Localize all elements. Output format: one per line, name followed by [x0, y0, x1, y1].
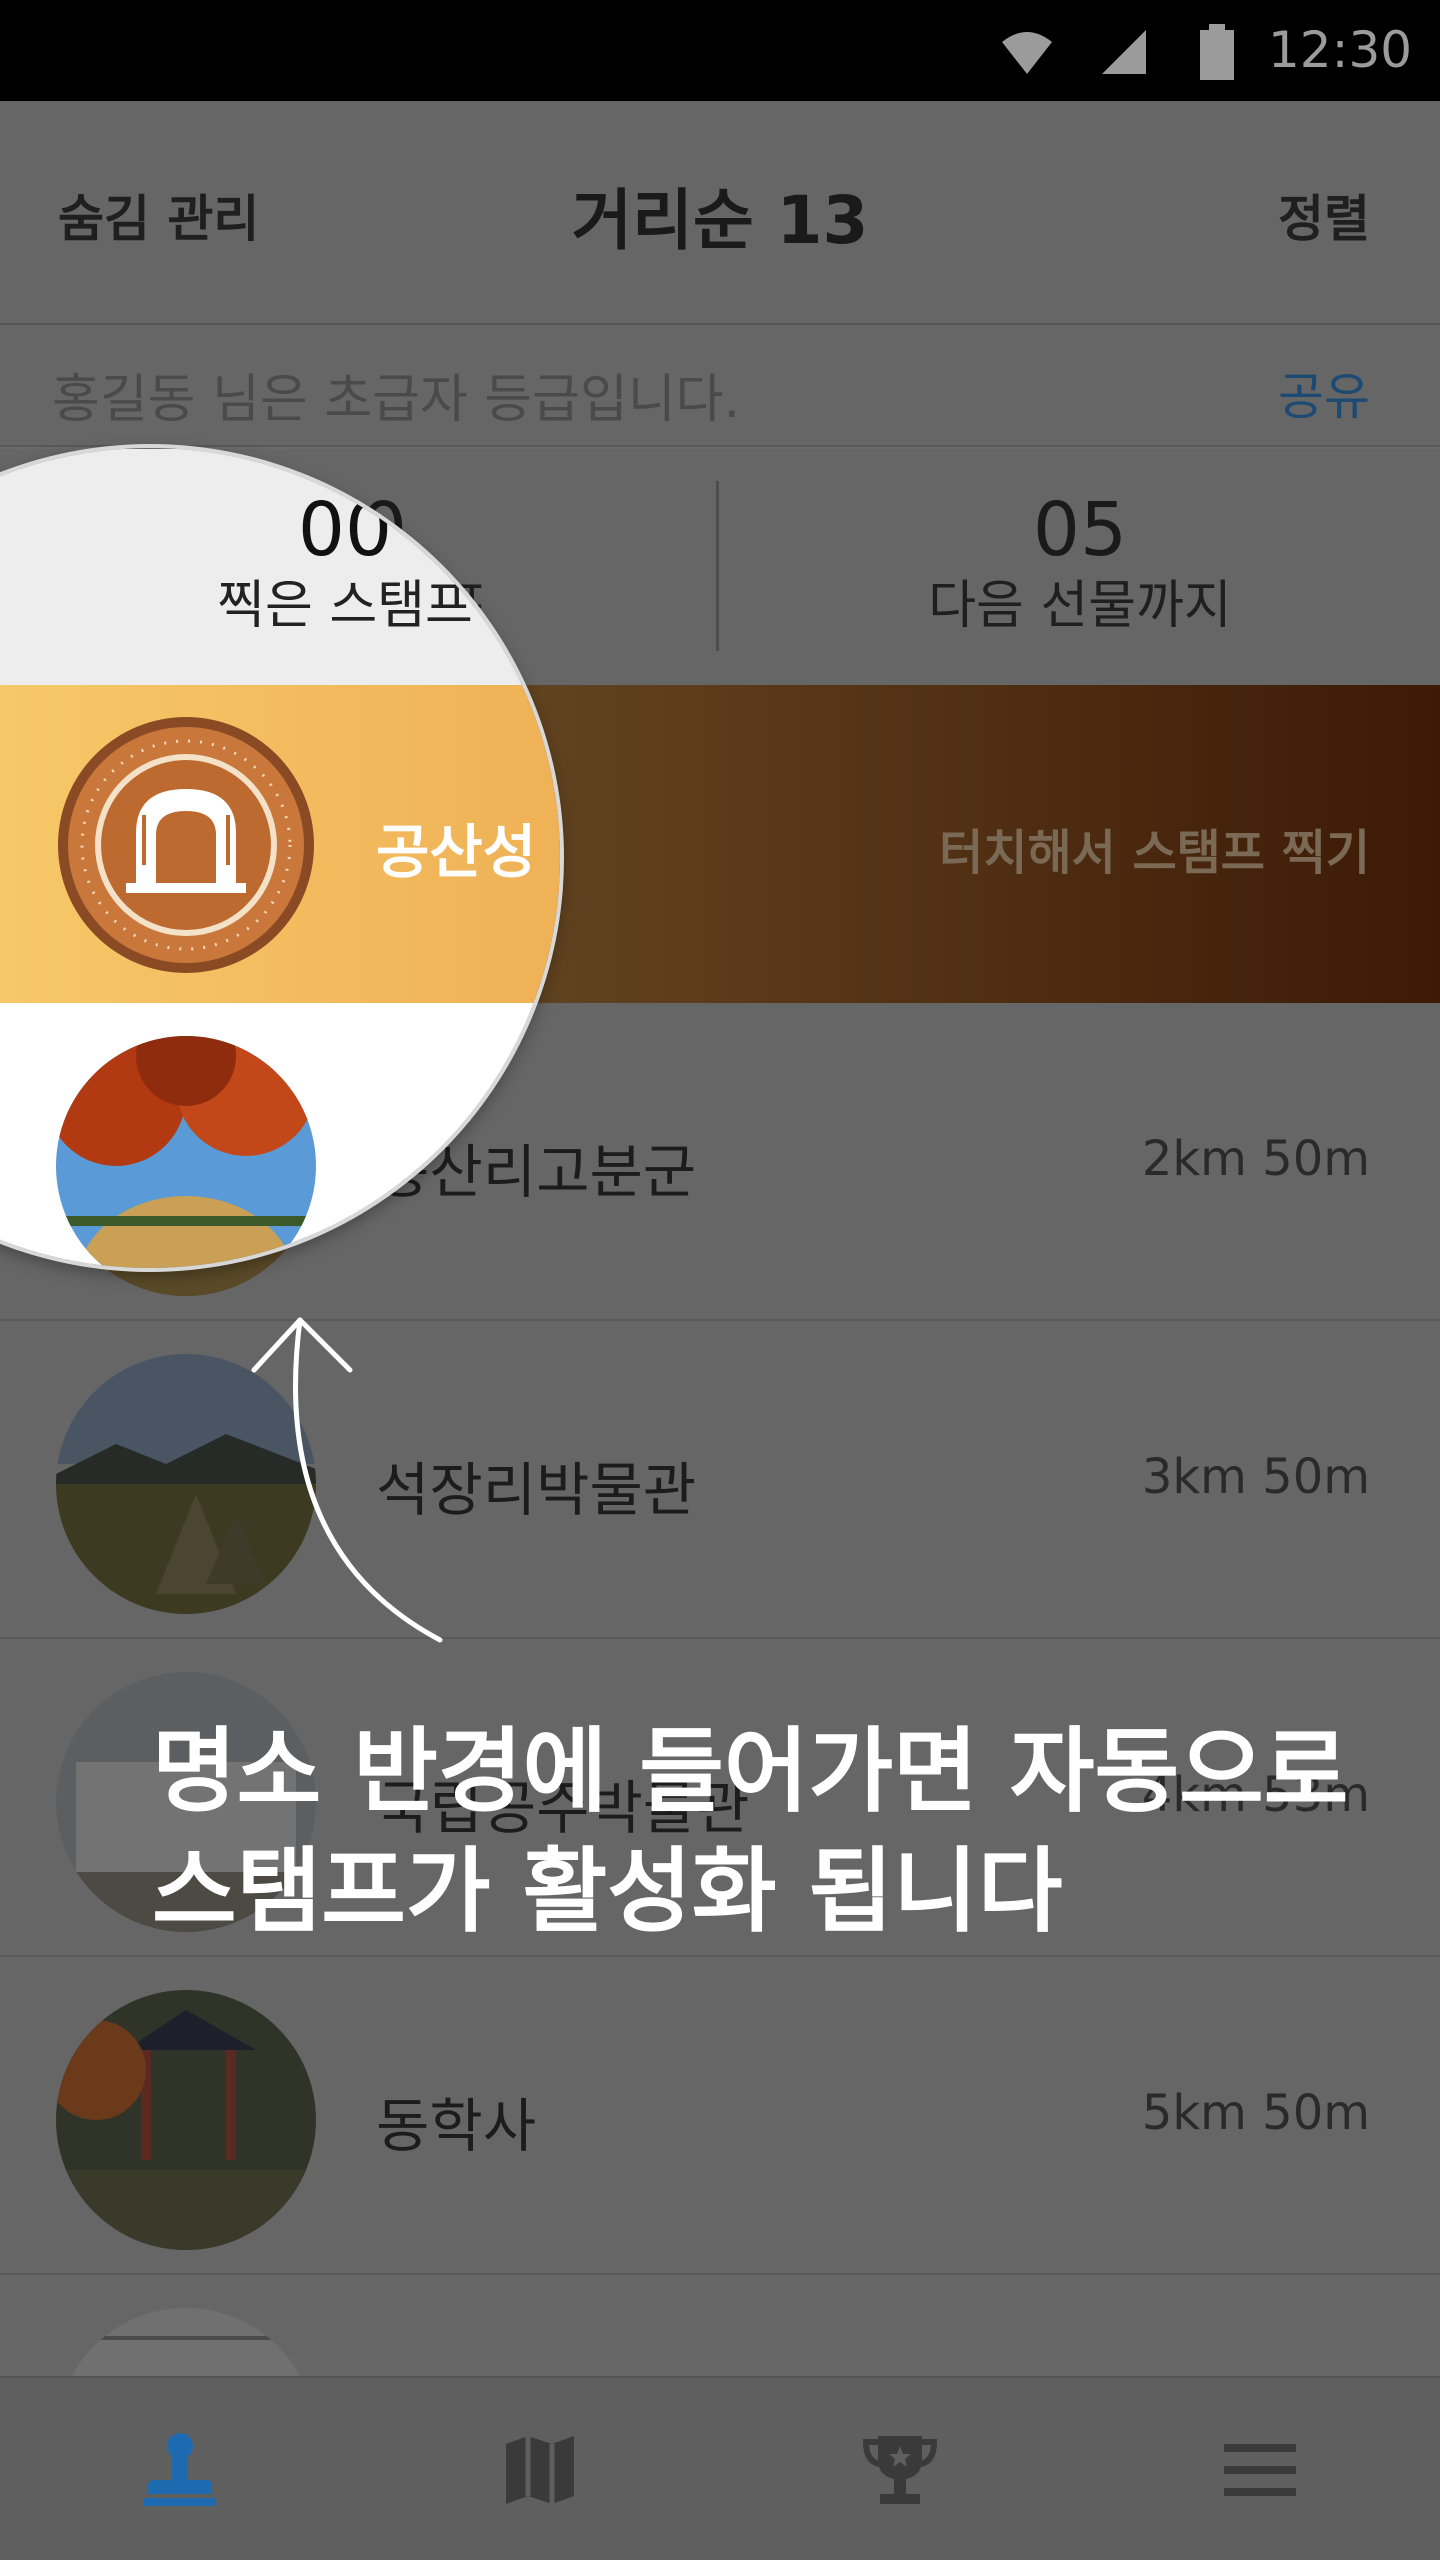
tab-menu[interactable] — [1080, 2378, 1440, 2560]
tab-map[interactable] — [360, 2378, 720, 2560]
active-stamp-name: 공산성 — [376, 818, 537, 886]
lens-place-thumbnail — [56, 1036, 316, 1268]
place-thumbnail — [56, 1990, 316, 2250]
lens-stats: 00 찍은 스탬프 — [0, 449, 560, 685]
share-button[interactable]: 공유 — [1278, 357, 1370, 429]
stats-divider — [716, 481, 719, 651]
place-name: 동학사 — [376, 2092, 537, 2160]
grade-bar: 홍길동 님은 초급자 등급입니다. 공유 — [0, 325, 1440, 447]
stamp-icon — [144, 2433, 216, 2506]
wifi-icon — [1002, 32, 1052, 74]
lens-next-row — [0, 1003, 560, 1268]
lens-stamped-label: 찍은 스탬프 — [217, 576, 473, 636]
list-item[interactable]: 석장리박물관 3km 50m — [0, 1321, 1440, 1639]
next-gift-stat: 05 다음 선물까지 — [720, 487, 1440, 639]
next-gift-label: 다음 선물까지 — [928, 576, 1232, 636]
stamp-badge-icon — [58, 717, 314, 973]
bottom-tab-bar — [0, 2376, 1440, 2560]
menu-icon — [1224, 2444, 1296, 2496]
stamp-hint: 터치해서 스탬프 찍기 — [939, 825, 1370, 881]
lens-active-stamp[interactable]: 공산성 — [0, 685, 560, 1003]
page-title: 거리순 13 — [571, 182, 869, 259]
pointer-arrow-icon — [251, 1317, 443, 1643]
caption-line-1: 명소 반경에 들어가면 자동으로 — [152, 1718, 1349, 1825]
tab-stamp[interactable] — [0, 2378, 360, 2560]
list-item[interactable]: 동학사 5km 50m — [0, 1957, 1440, 2275]
place-distance: 3km 50m — [1141, 1449, 1370, 1505]
place-distance: 2km 50m — [1141, 1131, 1370, 1187]
magnifier-lens: 00 찍은 스탬프 공산성 — [0, 448, 560, 1268]
sort-button[interactable]: 정렬 — [1278, 179, 1370, 251]
map-icon — [506, 2436, 574, 2504]
next-gift-count: 05 — [1032, 487, 1128, 573]
lens-stamped-stat: 00 찍은 스탬프 — [0, 487, 560, 639]
lens-stamped-count: 00 — [297, 487, 393, 573]
clock: 12:30 — [1268, 21, 1413, 79]
place-distance: 5km 50m — [1141, 2085, 1370, 2141]
grade-text: 홍길동 님은 초급자 등급입니다. — [52, 370, 741, 430]
signal-icon — [1102, 30, 1146, 74]
trophy-icon — [862, 2436, 938, 2504]
tutorial-caption: 명소 반경에 들어가면 자동으로 스탬프가 활성화 됩니다 — [152, 1712, 1392, 1952]
app-header: 숨김 관리 거리순 13 정렬 — [0, 101, 1440, 325]
battery-icon — [1200, 24, 1234, 80]
caption-line-2: 스탬프가 활성화 됩니다 — [152, 1838, 1063, 1945]
status-bar: 12:30 — [0, 0, 1440, 101]
tab-ranking[interactable] — [720, 2378, 1080, 2560]
